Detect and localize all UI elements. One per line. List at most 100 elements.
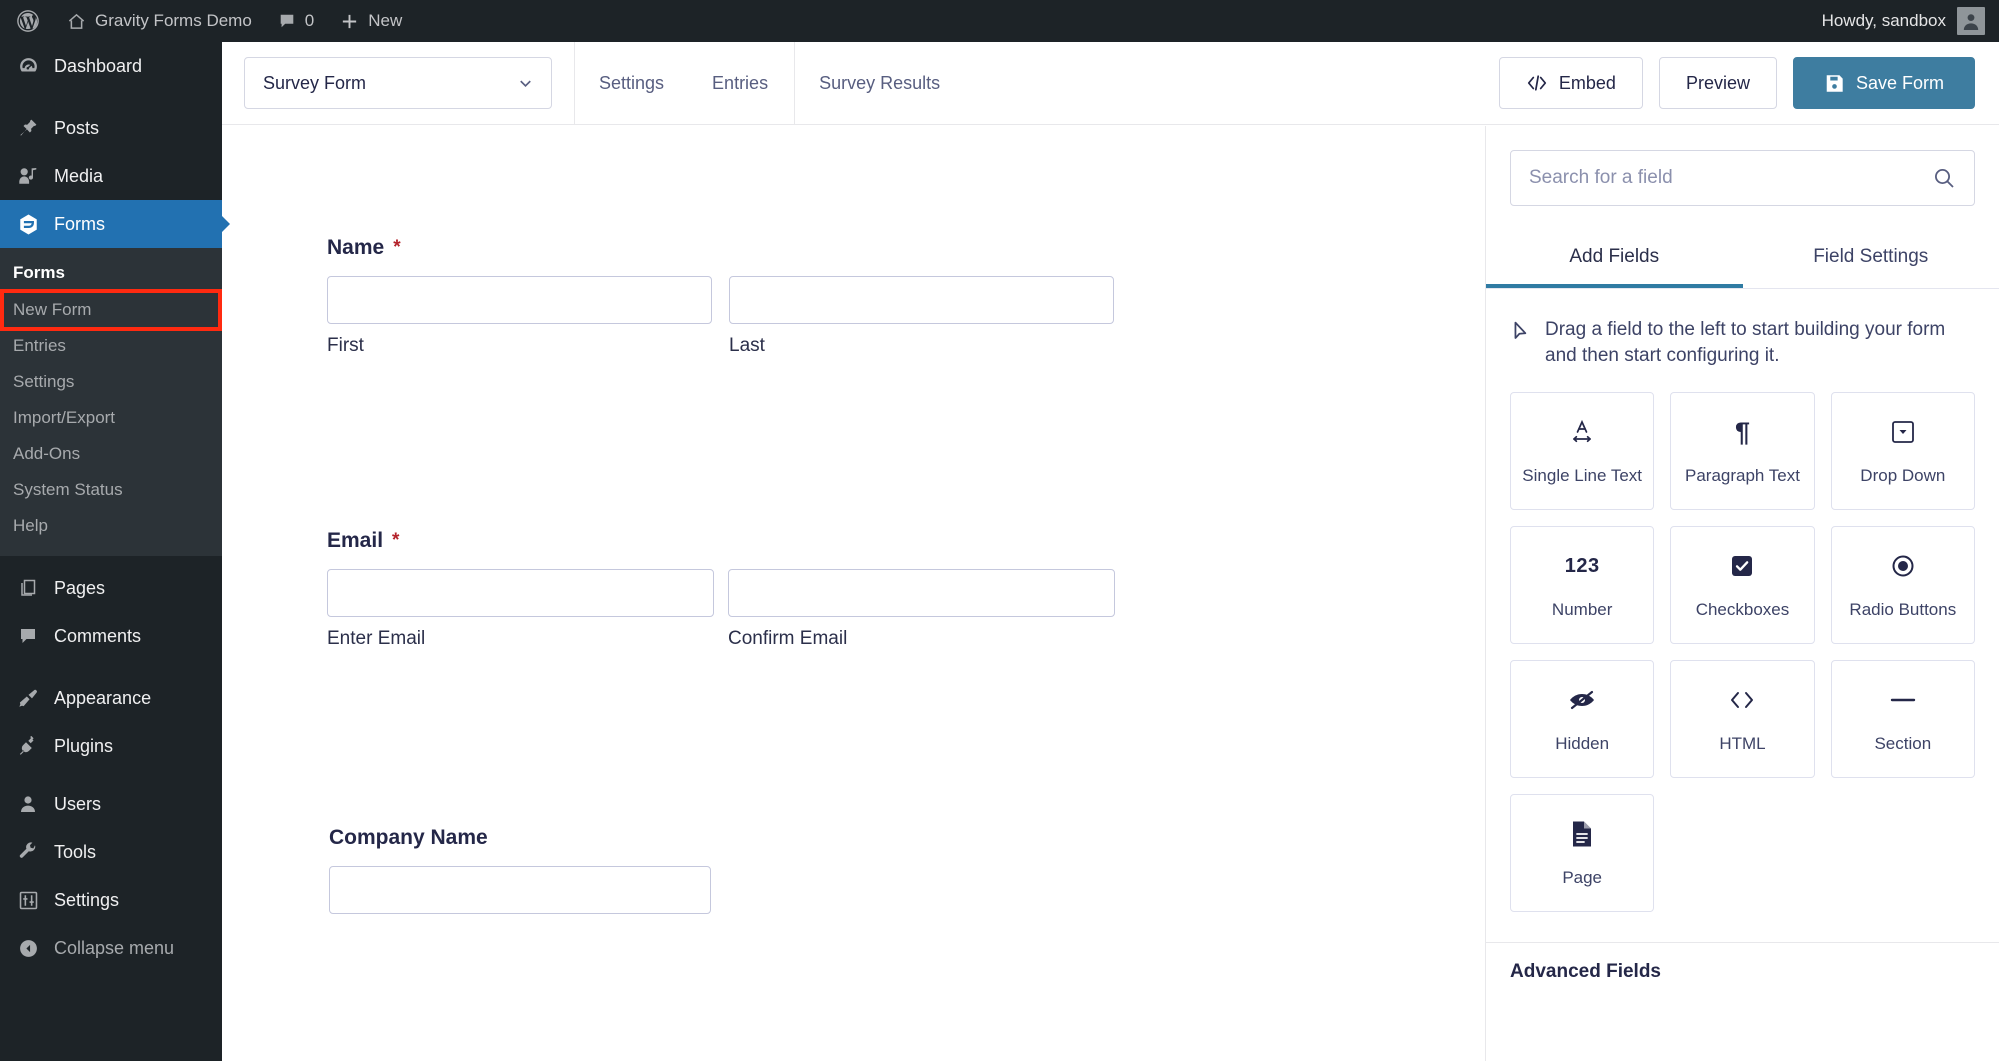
embed-button[interactable]: Embed <box>1498 57 1643 109</box>
search-input[interactable] <box>1529 167 1932 189</box>
plug-icon <box>15 736 41 756</box>
submenu-item-label: Help <box>13 516 48 535</box>
form-selector-dropdown[interactable]: Survey Form <box>244 57 552 109</box>
field-button-section[interactable]: Section <box>1830 660 1975 779</box>
sidebar-item-appearance[interactable]: Appearance <box>0 674 222 722</box>
new-content-menu[interactable]: New <box>327 0 415 42</box>
sidebar-item-tools[interactable]: Tools <box>0 828 222 876</box>
wrench-icon <box>15 842 41 862</box>
dropdown-icon <box>1890 416 1916 448</box>
sidebar-item-label: Collapse menu <box>54 937 175 958</box>
name-last-input[interactable] <box>729 276 1114 324</box>
sidebar-item-label: Pages <box>54 577 106 598</box>
field-button-drop-down[interactable]: Drop Down <box>1830 392 1975 511</box>
save-form-label: Save Form <box>1855 72 1944 93</box>
tab-field-settings[interactable]: Field Settings <box>1743 232 1999 288</box>
form-field-company-name[interactable]: Company Name <box>329 826 1329 914</box>
email-enter-input[interactable] <box>327 569 714 617</box>
comment-bubble-icon <box>278 12 296 30</box>
name-first-input[interactable] <box>327 276 712 324</box>
tab-survey-results[interactable]: Survey Results <box>795 42 964 125</box>
field-button-radio-buttons[interactable]: Radio Buttons <box>1830 526 1975 645</box>
email-enter-group: Enter Email <box>327 569 714 650</box>
name-first-group: First <box>327 276 712 357</box>
sidebar-item-system-status[interactable]: System Status <box>0 472 222 508</box>
user-avatar-icon <box>1957 7 1985 35</box>
submenu-heading: Forms <box>13 263 65 282</box>
tab-entries[interactable]: Entries <box>688 42 792 125</box>
new-content-label: New <box>368 11 403 30</box>
sidebar-item-entries[interactable]: Entries <box>0 328 222 364</box>
preview-button[interactable]: Preview <box>1658 57 1777 109</box>
field-button-page[interactable]: Page <box>1510 794 1655 913</box>
field-inputs-row: First Last <box>327 276 1327 357</box>
sidebar-item-label: Dashboard <box>54 55 143 76</box>
input-sublabel: Confirm Email <box>728 628 848 649</box>
field-button-label: Checkboxes <box>1695 600 1790 620</box>
sidebar-item-comments[interactable]: Comments <box>0 612 222 660</box>
form-selector-value: Survey Form <box>263 72 367 93</box>
save-form-button[interactable]: Save Form <box>1792 57 1975 109</box>
sidebar-item-forms[interactable]: Forms <box>0 200 230 248</box>
field-button-label: Hidden <box>1555 734 1610 754</box>
field-button-single-line-text[interactable]: Single Line Text <box>1510 392 1655 511</box>
floppy-disk-icon <box>1824 73 1845 94</box>
sidebar-item-media[interactable]: Media <box>0 152 222 200</box>
sidebar-item-dashboard[interactable]: Dashboard <box>0 42 222 90</box>
sidebar-item-pages[interactable]: Pages <box>0 564 222 612</box>
field-button-html[interactable]: HTML <box>1670 660 1815 779</box>
sidebar-item-collapse-menu[interactable]: Collapse menu <box>0 924 222 972</box>
forms-submenu: Forms New Form Entries Settings Import/E… <box>0 248 222 556</box>
tab-label: Survey Results <box>819 72 941 93</box>
number-123-icon: 123 <box>1564 554 1600 577</box>
field-library-panel: Add Fields Field Settings Drag a field t… <box>1485 126 1999 1061</box>
wp-admin-sidebar: Dashboard Posts Media Forms Forms New Fo… <box>0 42 230 1061</box>
form-field-email[interactable]: Email * Enter Email Confirm Email <box>327 529 1327 650</box>
dashboard-icon <box>15 56 41 77</box>
comments-menu[interactable]: 0 <box>265 0 327 42</box>
email-confirm-input[interactable] <box>728 569 1115 617</box>
form-canvas[interactable]: Name * First Last Email * Enter Email Co… <box>222 126 1485 1061</box>
sidebar-item-add-ons[interactable]: Add-Ons <box>0 436 222 472</box>
comments-count: 0 <box>304 11 315 30</box>
form-field-name[interactable]: Name * First Last <box>327 236 1327 357</box>
field-button-paragraph-text[interactable]: ¶ Paragraph Text <box>1670 392 1815 511</box>
text-width-icon <box>1567 416 1597 448</box>
wordpress-logo-icon <box>15 8 41 34</box>
sidebar-item-help[interactable]: Help <box>0 508 222 544</box>
required-indicator: * <box>392 530 400 551</box>
code-brackets-icon <box>1526 74 1548 92</box>
submenu-item-label: Add-Ons <box>13 444 81 463</box>
drag-hint-text: Drag a field to the left to start buildi… <box>1545 319 1946 366</box>
site-name-menu[interactable]: Gravity Forms Demo <box>54 0 265 42</box>
field-button-label: Paragraph Text <box>1685 466 1800 486</box>
pilcrow-icon: ¶ <box>1734 416 1750 447</box>
company-name-input[interactable] <box>329 866 711 914</box>
tab-add-fields[interactable]: Add Fields <box>1486 232 1743 288</box>
search-icon[interactable] <box>1932 166 1956 190</box>
sidebar-item-settings[interactable]: Settings <box>0 364 222 400</box>
required-indicator: * <box>393 237 401 258</box>
home-icon <box>67 12 86 31</box>
field-label: Name * <box>327 236 1327 260</box>
sidebar-item-label: Posts <box>54 117 100 138</box>
field-button-hidden[interactable]: Hidden <box>1510 660 1655 779</box>
field-button-checkboxes[interactable]: Checkboxes <box>1670 526 1815 645</box>
wp-logo-menu[interactable] <box>0 0 54 42</box>
field-button-label: Single Line Text <box>1522 466 1643 486</box>
sidebar-item-users[interactable]: Users <box>0 780 222 828</box>
sidebar-item-new-form[interactable]: New Form <box>0 289 222 331</box>
sidebar-item-posts[interactable]: Posts <box>0 104 222 152</box>
sidebar-item-import-export[interactable]: Import/Export <box>0 400 222 436</box>
sidebar-item-plugins[interactable]: Plugins <box>0 722 222 770</box>
tab-settings[interactable]: Settings <box>575 42 688 125</box>
field-inputs-row: Enter Email Confirm Email <box>327 569 1327 650</box>
search-field-box[interactable] <box>1510 150 1975 206</box>
field-button-number[interactable]: 123 Number <box>1510 526 1655 645</box>
sidebar-item-label: Users <box>54 793 102 814</box>
page-document-icon <box>1570 818 1594 850</box>
my-account-menu[interactable]: Howdy, sandbox <box>1822 7 1999 35</box>
sidebar-item-settings[interactable]: Settings <box>0 876 222 924</box>
